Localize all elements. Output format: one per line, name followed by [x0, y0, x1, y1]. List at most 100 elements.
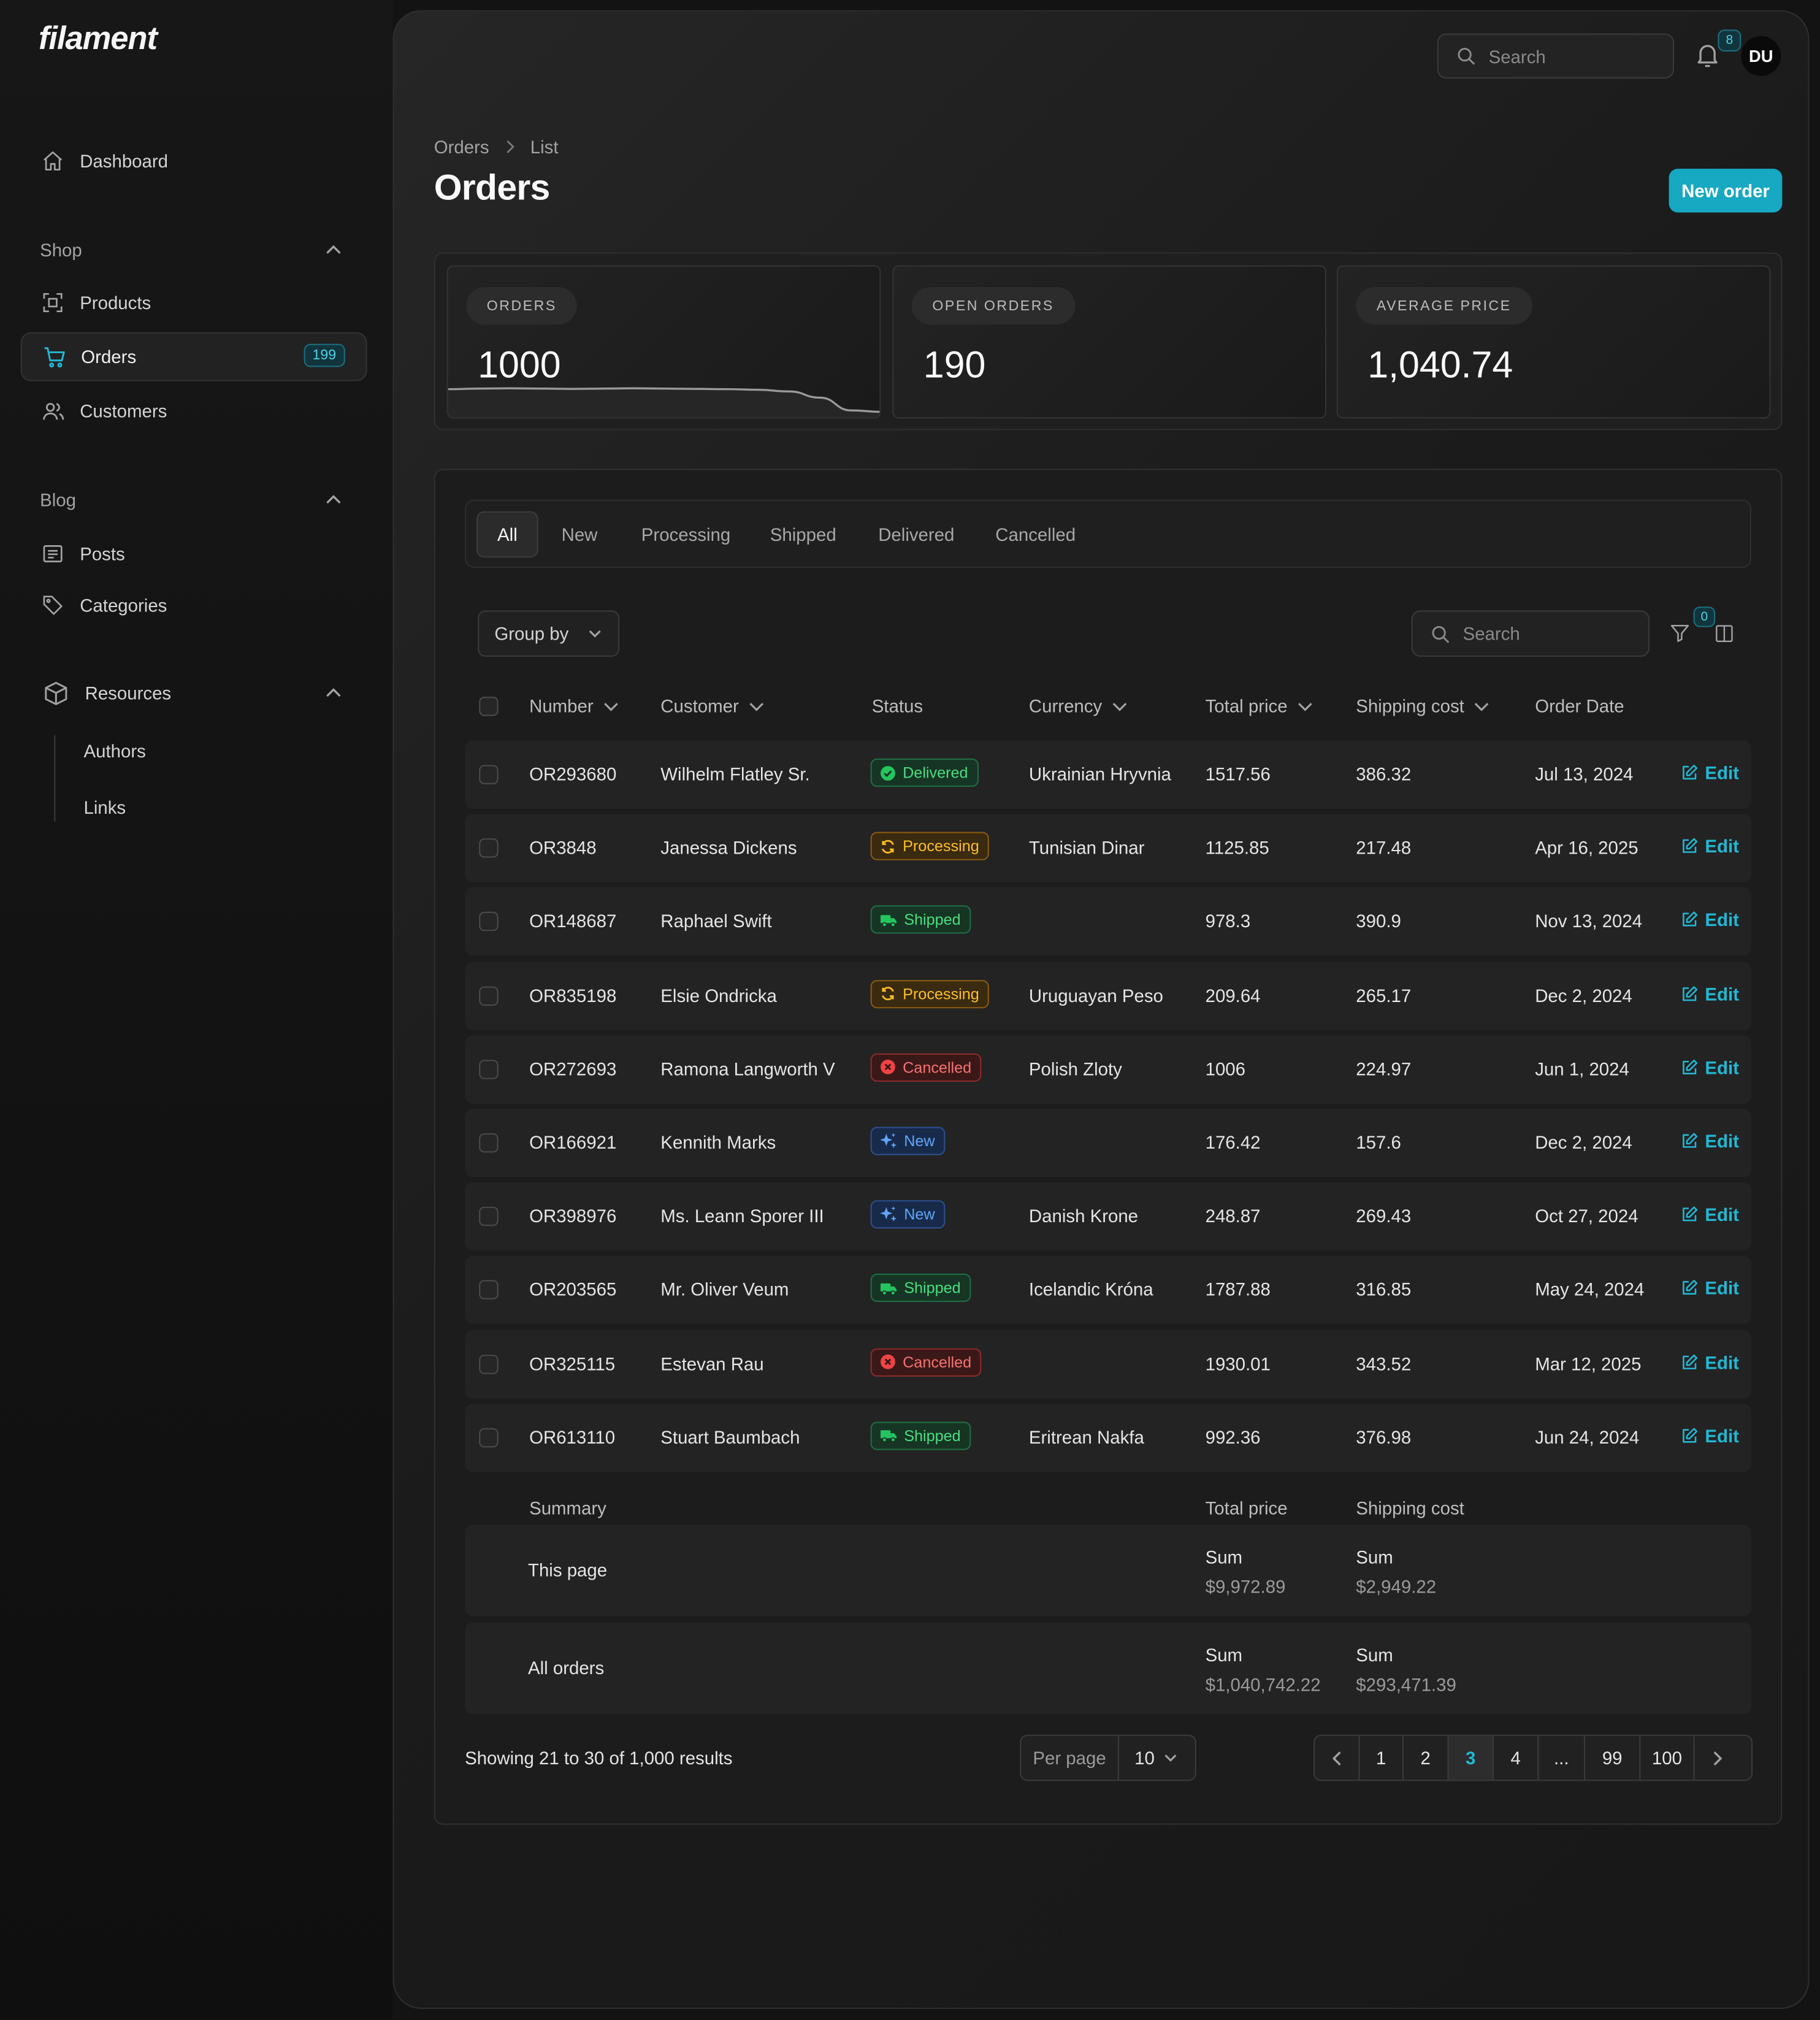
sum-total-price: $9,972.89: [1205, 1576, 1286, 1597]
row-checkbox[interactable]: [479, 1354, 499, 1374]
order-number: OR398976: [529, 1205, 617, 1226]
pagination: 1 2 3 4... 99 100: [1313, 1734, 1753, 1781]
orders-sparkline: [448, 387, 880, 418]
order-date: Oct 27, 2024: [1535, 1205, 1638, 1226]
row-checkbox[interactable]: [479, 1428, 499, 1447]
table-row[interactable]: OR3848 Janessa Dickens Processing Tunisian …: [465, 814, 1751, 882]
per-page-select[interactable]: Per page 10: [1020, 1734, 1196, 1781]
stat-label: AVERAGE PRICE: [1356, 287, 1532, 325]
app-logo[interactable]: filament: [39, 21, 158, 58]
status-badge: Cancelled: [870, 1053, 982, 1082]
users-icon: [40, 398, 66, 424]
table-row[interactable]: OR293680 Wilhelm Flatley Sr. Delivered Ukra…: [465, 740, 1751, 809]
row-checkbox[interactable]: [479, 1207, 499, 1226]
tab-shipped[interactable]: Shipped: [749, 511, 857, 558]
sidebar-item-authors[interactable]: Authors: [84, 741, 146, 762]
total-price: 1517.56: [1205, 763, 1271, 784]
row-checkbox[interactable]: [479, 838, 499, 858]
chevron-down-icon: [1474, 697, 1490, 714]
edit-label: Edit: [1705, 1352, 1739, 1372]
sidebar-item-posts[interactable]: Posts: [21, 529, 367, 578]
edit-button[interactable]: Edit: [1680, 1425, 1739, 1446]
edit-button[interactable]: Edit: [1680, 836, 1739, 857]
sidebar-item-products[interactable]: Products: [21, 278, 367, 327]
next-page-button[interactable]: [1695, 1736, 1740, 1780]
sidebar-group-resources[interactable]: Resources: [21, 668, 367, 717]
tab-delivered[interactable]: Delivered: [858, 511, 975, 558]
table-row[interactable]: OR835198 Elsie Ondricka Processing Uruguaya…: [465, 961, 1751, 1030]
table-row[interactable]: OR398976 Ms. Leann Sporer III New Danish Kr…: [465, 1182, 1751, 1251]
page-button[interactable]: 2: [1404, 1735, 1449, 1780]
chevron-up-icon[interactable]: [324, 491, 342, 508]
column-header-customer[interactable]: Customer: [660, 695, 764, 716]
columns-icon[interactable]: [1714, 623, 1735, 644]
edit-button[interactable]: Edit: [1680, 1131, 1739, 1151]
table-row[interactable]: OR325115 Estevan Rau Cancelled 1930.01 343.5…: [465, 1329, 1751, 1398]
chevron-down-icon: [748, 697, 764, 714]
page-button[interactable]: 99: [1585, 1735, 1641, 1780]
column-header-currency[interactable]: Currency: [1029, 695, 1128, 716]
currency: Icelandic Króna: [1028, 1279, 1153, 1300]
sidebar-item-dashboard[interactable]: Dashboard: [21, 137, 367, 186]
previous-page-button[interactable]: [1315, 1735, 1360, 1780]
stat-value: 190: [923, 345, 986, 386]
page-button[interactable]: 4: [1494, 1735, 1539, 1780]
page-button[interactable]: 1: [1360, 1735, 1404, 1780]
row-checkbox[interactable]: [479, 1059, 499, 1079]
tab-processing[interactable]: Processing: [621, 511, 751, 558]
column-header-number[interactable]: Number: [529, 695, 619, 716]
row-checkbox[interactable]: [479, 765, 499, 784]
edit-button[interactable]: Edit: [1680, 1352, 1739, 1372]
row-checkbox[interactable]: [479, 1280, 499, 1300]
group-by-select[interactable]: Group by: [478, 610, 620, 657]
status-label: Shipped: [904, 1426, 961, 1445]
table-row[interactable]: OR148687 Raphael Swift Shipped 978.3 390.9 No…: [465, 887, 1751, 957]
table-search-input[interactable]: Search: [1411, 610, 1650, 657]
row-checkbox[interactable]: [479, 912, 499, 932]
new-order-button[interactable]: New order: [1669, 169, 1783, 213]
stat-value: 1,040.74: [1367, 345, 1513, 386]
column-header-total-price[interactable]: Total price: [1206, 695, 1313, 716]
shipping-cost: 265.17: [1356, 984, 1412, 1006]
edit-button[interactable]: Edit: [1680, 1057, 1739, 1077]
row-checkbox[interactable]: [479, 1133, 499, 1153]
sidebar-item-orders[interactable]: Orders 199: [20, 332, 367, 381]
shipping-cost: 390.9: [1356, 911, 1401, 932]
chevron-up-icon[interactable]: [324, 241, 342, 259]
truck-icon: [879, 1280, 897, 1296]
summary-row-this-page: This page Sum $9,972.89 Sum $2,949.22: [465, 1525, 1751, 1616]
table-row[interactable]: OR203565 Mr. Oliver Veum Shipped Icelandic …: [465, 1256, 1751, 1325]
table-row[interactable]: OR613110 Stuart Baumbach Shipped Eritrean N…: [465, 1403, 1751, 1472]
table-row[interactable]: OR166921 Kennith Marks New 176.42 157.6 Dec 2…: [465, 1109, 1751, 1177]
refresh-icon: [879, 985, 896, 1002]
edit-button[interactable]: Edit: [1680, 1204, 1739, 1225]
global-search-input[interactable]: Search: [1437, 33, 1674, 79]
table-row[interactable]: OR272693 Ramona Langworth V Cancelled Polis…: [465, 1035, 1751, 1104]
search-placeholder: Search: [1462, 623, 1520, 644]
sidebar-group-shop[interactable]: Shop: [40, 240, 82, 261]
edit-button[interactable]: Edit: [1680, 1278, 1739, 1299]
sidebar-item-customers[interactable]: Customers: [21, 386, 367, 435]
tab-new[interactable]: New: [541, 511, 618, 558]
sidebar-item-links[interactable]: Links: [84, 797, 126, 818]
sidebar-item-categories[interactable]: Categories: [21, 581, 367, 630]
sum-total-price: $1,040,742.22: [1205, 1674, 1321, 1695]
user-avatar[interactable]: DU: [1741, 36, 1781, 76]
page-button[interactable]: 100: [1640, 1735, 1695, 1780]
page-button[interactable]: 3: [1448, 1735, 1494, 1780]
breadcrumb-orders[interactable]: Orders: [434, 137, 489, 158]
customer-name: Mr. Oliver Veum: [660, 1279, 789, 1300]
select-all-checkbox[interactable]: [479, 697, 499, 716]
edit-button[interactable]: Edit: [1680, 909, 1739, 930]
sidebar-group-blog[interactable]: Blog: [40, 489, 76, 510]
tab-cancelled[interactable]: Cancelled: [975, 511, 1096, 558]
tab-all[interactable]: All: [476, 511, 538, 558]
edit-button[interactable]: Edit: [1680, 762, 1739, 783]
currency: Uruguayan Peso: [1028, 984, 1163, 1006]
edit-button[interactable]: Edit: [1680, 984, 1739, 1004]
chevron-up-icon[interactable]: [324, 684, 342, 702]
column-header-shipping-cost[interactable]: Shipping cost: [1356, 695, 1490, 716]
filter-icon[interactable]: [1669, 622, 1691, 644]
row-checkbox[interactable]: [479, 985, 499, 1006]
shopping-cart-icon: [41, 344, 67, 370]
